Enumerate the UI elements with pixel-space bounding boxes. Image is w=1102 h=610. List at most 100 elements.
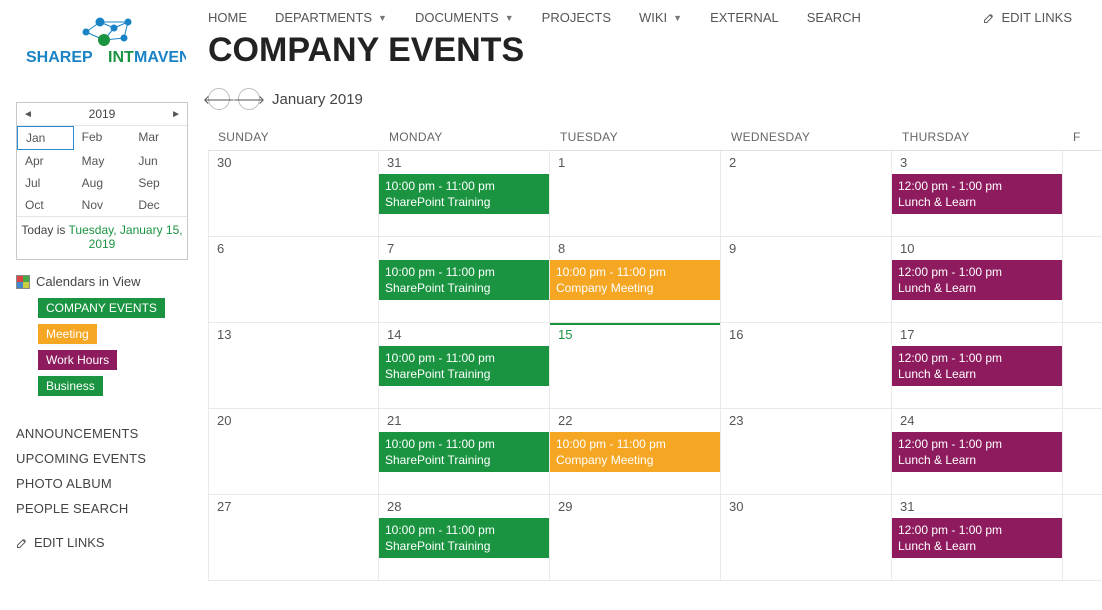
day-number: 23 bbox=[721, 409, 891, 432]
day-cell[interactable]: 710:00 pm - 11:00 pmSharePoint Training bbox=[379, 237, 550, 322]
edit-links-top[interactable]: EDIT LINKS bbox=[983, 10, 1072, 25]
calendar-event[interactable]: 12:00 pm - 1:00 pmLunch & Learn bbox=[892, 518, 1062, 558]
edit-links-left[interactable]: EDIT LINKS bbox=[16, 535, 188, 550]
calendar-event[interactable]: 10:00 pm - 11:00 pmCompany Meeting bbox=[550, 260, 720, 300]
day-cell[interactable]: 1 bbox=[550, 151, 721, 236]
month-sep[interactable]: Sep bbox=[130, 172, 187, 194]
prev-month-button[interactable]: 🡐 bbox=[208, 88, 230, 110]
leftnav-link[interactable]: ANNOUNCEMENTS bbox=[16, 421, 188, 446]
month-jan[interactable]: Jan bbox=[17, 126, 74, 150]
calendar-event[interactable]: 12:00 pm - 1:00 pmLunch & Learn bbox=[892, 346, 1062, 386]
month-oct[interactable]: Oct bbox=[17, 194, 74, 216]
nav-wiki[interactable]: WIKI ▼ bbox=[639, 10, 682, 25]
day-cell[interactable]: 1410:00 pm - 11:00 pmSharePoint Training bbox=[379, 323, 550, 408]
day-cell[interactable] bbox=[1063, 495, 1102, 580]
day-cell[interactable]: 810:00 pm - 11:00 pmCompany Meeting bbox=[550, 237, 721, 322]
day-cell[interactable]: 2110:00 pm - 11:00 pmSharePoint Training bbox=[379, 409, 550, 494]
day-number: 15 bbox=[550, 323, 720, 346]
day-cell[interactable] bbox=[1063, 237, 1102, 322]
calendar-event[interactable]: 10:00 pm - 11:00 pmSharePoint Training bbox=[379, 260, 549, 300]
day-cell[interactable]: 2810:00 pm - 11:00 pmSharePoint Training bbox=[379, 495, 550, 580]
day-cell[interactable]: 2 bbox=[721, 151, 892, 236]
nav-label: SEARCH bbox=[807, 10, 861, 25]
year-label[interactable]: 2019 bbox=[89, 107, 116, 121]
next-month-button[interactable]: 🡒 bbox=[238, 88, 260, 110]
day-cell[interactable]: 30 bbox=[721, 495, 892, 580]
nav-external[interactable]: EXTERNAL bbox=[710, 10, 779, 25]
month-feb[interactable]: Feb bbox=[74, 126, 131, 150]
day-number: 10 bbox=[892, 237, 1062, 260]
dow-header: SUNDAY bbox=[208, 124, 379, 150]
day-cell[interactable]: 312:00 pm - 1:00 pmLunch & Learn bbox=[892, 151, 1063, 236]
nav-home[interactable]: HOME bbox=[208, 10, 247, 25]
calendar-overlay-item[interactable]: COMPANY EVENTS bbox=[38, 298, 165, 318]
month-apr[interactable]: Apr bbox=[17, 150, 74, 172]
month-aug[interactable]: Aug bbox=[74, 172, 131, 194]
day-number: 3 bbox=[892, 151, 1062, 174]
pencil-icon bbox=[16, 537, 28, 549]
day-cell[interactable]: 2412:00 pm - 1:00 pmLunch & Learn bbox=[892, 409, 1063, 494]
day-number: 28 bbox=[379, 495, 549, 518]
prev-year-arrow[interactable]: ◄ bbox=[23, 109, 33, 120]
chevron-down-icon: ▼ bbox=[673, 13, 682, 23]
nav-documents[interactable]: DOCUMENTS▼ bbox=[415, 10, 514, 25]
day-number: 30 bbox=[209, 151, 378, 174]
day-cell[interactable] bbox=[1063, 323, 1102, 408]
day-number: 22 bbox=[550, 409, 720, 432]
calendar-overlay-item[interactable]: Meeting bbox=[38, 324, 97, 344]
today-indicator bbox=[550, 323, 720, 325]
nav-departments[interactable]: DEPARTMENTS▼ bbox=[275, 10, 387, 25]
event-time: 12:00 pm - 1:00 pm bbox=[898, 522, 1056, 538]
nav-projects[interactable]: PROJECTS bbox=[542, 10, 611, 25]
leftnav-link[interactable]: UPCOMING EVENTS bbox=[16, 446, 188, 471]
calendar-event[interactable]: 10:00 pm - 11:00 pmCompany Meeting bbox=[550, 432, 720, 472]
calendar-overlay-item[interactable]: Work Hours bbox=[38, 350, 117, 370]
month-label[interactable]: January 2019 bbox=[272, 91, 363, 108]
calendar-event[interactable]: 10:00 pm - 11:00 pmSharePoint Training bbox=[379, 174, 549, 214]
day-cell[interactable] bbox=[1063, 151, 1102, 236]
logo[interactable]: SHAREP INT MAVEN bbox=[16, 12, 188, 72]
nav-search[interactable]: SEARCH bbox=[807, 10, 861, 25]
day-number: 13 bbox=[209, 323, 378, 346]
day-cell[interactable]: 15 bbox=[550, 323, 721, 408]
nav-label: WIKI bbox=[639, 10, 667, 25]
month-jun[interactable]: Jun bbox=[130, 150, 187, 172]
day-cell[interactable]: 20 bbox=[208, 409, 379, 494]
leftnav-link[interactable]: PHOTO ALBUM bbox=[16, 471, 188, 496]
today-date[interactable]: Tuesday, January 15, 2019 bbox=[69, 223, 183, 251]
month-dec[interactable]: Dec bbox=[130, 194, 187, 216]
calendar-event[interactable]: 10:00 pm - 11:00 pmSharePoint Training bbox=[379, 432, 549, 472]
day-cell[interactable]: 1712:00 pm - 1:00 pmLunch & Learn bbox=[892, 323, 1063, 408]
calendar-event[interactable]: 12:00 pm - 1:00 pmLunch & Learn bbox=[892, 260, 1062, 300]
calendar-event[interactable]: 10:00 pm - 11:00 pmSharePoint Training bbox=[379, 346, 549, 386]
day-cell[interactable]: 16 bbox=[721, 323, 892, 408]
month-jul[interactable]: Jul bbox=[17, 172, 74, 194]
day-cell[interactable]: 29 bbox=[550, 495, 721, 580]
day-cell[interactable] bbox=[1063, 409, 1102, 494]
next-year-arrow[interactable]: ► bbox=[171, 109, 181, 120]
pencil-icon bbox=[983, 12, 995, 24]
day-number: 30 bbox=[721, 495, 891, 518]
day-cell[interactable]: 23 bbox=[721, 409, 892, 494]
day-number: 1 bbox=[550, 151, 720, 174]
leftnav-link[interactable]: PEOPLE SEARCH bbox=[16, 496, 188, 521]
month-may[interactable]: May bbox=[74, 150, 131, 172]
day-cell[interactable]: 9 bbox=[721, 237, 892, 322]
calendar-overlay-item[interactable]: Business bbox=[38, 376, 103, 396]
day-number: 6 bbox=[209, 237, 378, 260]
day-cell[interactable]: 13 bbox=[208, 323, 379, 408]
day-cell[interactable]: 3110:00 pm - 11:00 pmSharePoint Training bbox=[379, 151, 550, 236]
event-time: 10:00 pm - 11:00 pm bbox=[385, 178, 543, 194]
day-cell[interactable]: 1012:00 pm - 1:00 pmLunch & Learn bbox=[892, 237, 1063, 322]
month-mar[interactable]: Mar bbox=[130, 126, 187, 150]
calendar-event[interactable]: 10:00 pm - 11:00 pmSharePoint Training bbox=[379, 518, 549, 558]
calendar-event[interactable]: 12:00 pm - 1:00 pmLunch & Learn bbox=[892, 174, 1062, 214]
day-cell[interactable]: 27 bbox=[208, 495, 379, 580]
day-cell[interactable]: 6 bbox=[208, 237, 379, 322]
day-cell[interactable]: 2210:00 pm - 11:00 pmCompany Meeting bbox=[550, 409, 721, 494]
calendar-event[interactable]: 12:00 pm - 1:00 pmLunch & Learn bbox=[892, 432, 1062, 472]
day-cell[interactable]: 30 bbox=[208, 151, 379, 236]
month-nov[interactable]: Nov bbox=[74, 194, 131, 216]
day-cell[interactable]: 3112:00 pm - 1:00 pmLunch & Learn bbox=[892, 495, 1063, 580]
day-number bbox=[1063, 409, 1102, 417]
